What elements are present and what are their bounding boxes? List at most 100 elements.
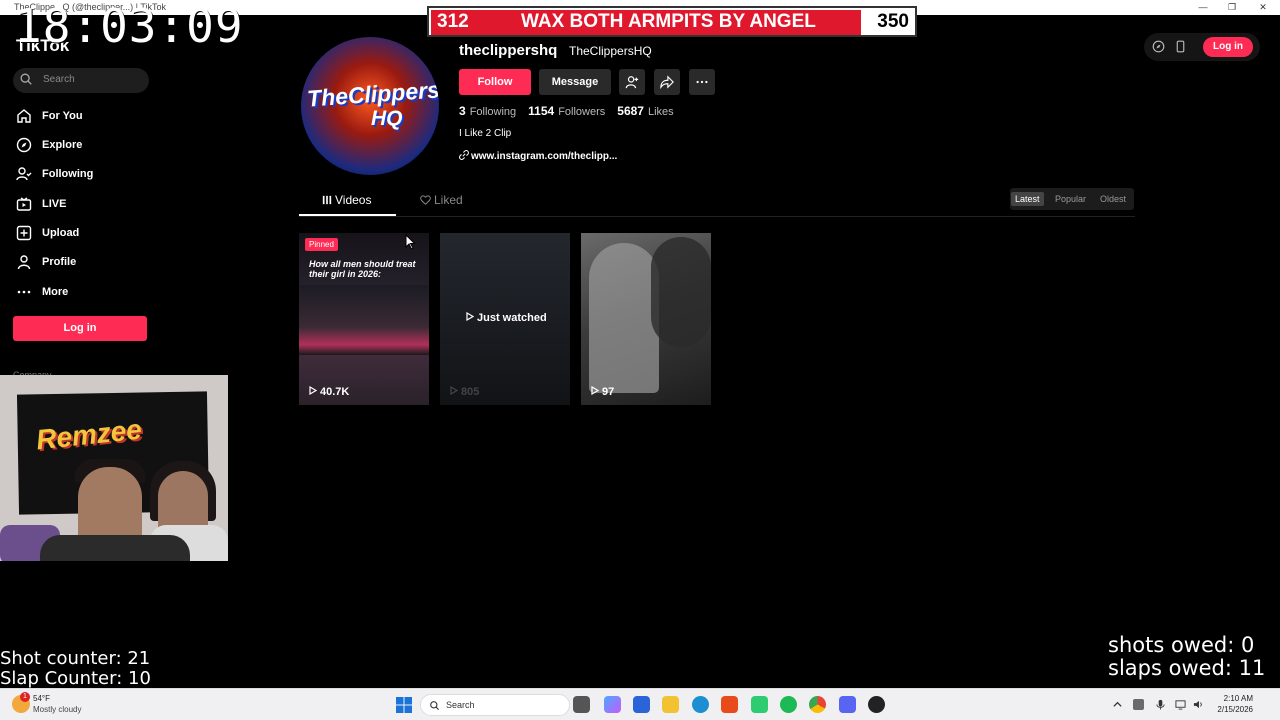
store-icon[interactable]: [633, 696, 650, 713]
minimize-button[interactable]: —: [1196, 1, 1210, 13]
chrome-icon[interactable]: [809, 696, 826, 713]
taskbar-date[interactable]: 2/15/2026: [1211, 705, 1253, 714]
network-icon[interactable]: [1175, 699, 1186, 710]
tab-videos[interactable]: Videos: [322, 193, 371, 215]
message-button[interactable]: Message: [539, 69, 611, 95]
video-views: 97: [591, 385, 615, 398]
banner-left-number: 312: [437, 11, 469, 32]
weather-temp[interactable]: 54°F: [33, 694, 50, 703]
sidebar-item-profile[interactable]: Profile: [16, 253, 156, 273]
sidebar-login-button[interactable]: Log in: [13, 316, 147, 341]
brave-icon[interactable]: [721, 696, 738, 713]
link-icon: [459, 150, 469, 160]
play-icon: [450, 385, 459, 396]
following-label[interactable]: Following: [470, 106, 516, 118]
video-views: 805: [450, 385, 479, 398]
task-view-icon[interactable]: [573, 696, 590, 713]
share-button[interactable]: [654, 69, 680, 95]
phone-icon[interactable]: [1174, 40, 1187, 53]
sidebar-item-for-you[interactable]: For You: [16, 107, 156, 127]
profile-avatar[interactable]: TheClippers HQ: [301, 37, 439, 175]
search-icon: [430, 701, 440, 711]
ellipsis-icon: [696, 80, 708, 84]
more-options-button[interactable]: [689, 69, 715, 95]
discord-icon[interactable]: [839, 696, 856, 713]
tab-divider: [299, 216, 1135, 217]
follow-button[interactable]: Follow: [459, 69, 531, 95]
video-views-count: 40.7K: [320, 386, 350, 398]
video-card[interactable]: Just watched 805: [440, 233, 570, 405]
video-card[interactable]: Pinned How all men should treat their gi…: [299, 233, 429, 405]
pinned-badge: Pinned: [305, 238, 338, 251]
play-icon: [591, 385, 600, 396]
slaps-owed: slaps owed: 11: [1108, 656, 1266, 680]
tray-app-icon[interactable]: [1133, 699, 1144, 710]
sidebar-item-live[interactable]: LIVE: [16, 195, 156, 215]
spotify-icon[interactable]: [780, 696, 797, 713]
header-login-button[interactable]: Log in: [1203, 37, 1253, 57]
person-1-shirt: [40, 535, 190, 561]
sidebar-item-more[interactable]: More: [16, 283, 156, 303]
search-input[interactable]: Search: [13, 68, 149, 93]
video-views-count: 97: [602, 386, 615, 398]
sidebar-item-label: LIVE: [42, 198, 67, 210]
home-icon: [17, 109, 31, 123]
live-icon: [16, 197, 32, 211]
file-explorer-icon[interactable]: [662, 696, 679, 713]
followers-count[interactable]: 1154: [528, 104, 554, 118]
sidebar-item-upload[interactable]: Upload: [16, 224, 156, 244]
shot-counter: Shot counter: 21: [0, 648, 151, 669]
video-caption: How all men should treat their girl in 2…: [309, 259, 416, 279]
add-friend-button[interactable]: [619, 69, 645, 95]
play-icon: [309, 385, 318, 396]
likes-count: 5687: [617, 104, 644, 118]
stream-clock: 18:03:09: [14, 0, 244, 53]
app-icon[interactable]: [751, 696, 768, 713]
microphone-icon[interactable]: [1155, 699, 1166, 710]
sidebar-item-label: Following: [42, 168, 94, 180]
close-button[interactable]: ✕: [1256, 1, 1270, 13]
search-placeholder: Search: [43, 74, 75, 85]
share-icon: [660, 75, 674, 89]
tab-liked-label: Liked: [434, 193, 463, 207]
sidebar-item-label: Explore: [42, 139, 83, 151]
compass-icon[interactable]: [1152, 40, 1165, 53]
video-thumbnail: [651, 237, 711, 347]
followers-label[interactable]: Followers: [558, 106, 605, 118]
taskbar-time[interactable]: 2:10 AM: [1211, 694, 1253, 703]
maximize-button[interactable]: ❐: [1225, 1, 1239, 13]
play-icon: [466, 311, 475, 322]
sort-oldest[interactable]: Oldest: [1096, 192, 1130, 206]
copilot-icon[interactable]: [604, 696, 621, 713]
video-views: 40.7K: [309, 385, 350, 398]
following-count[interactable]: 3: [459, 104, 466, 118]
add-person-icon: [625, 76, 639, 89]
profile-nickname: TheClippersHQ: [569, 44, 652, 58]
obs-icon[interactable]: [868, 696, 885, 713]
slap-counter: Slap Counter: 10: [0, 668, 151, 689]
sort-latest[interactable]: Latest: [1011, 192, 1044, 206]
profile-bio: I Like 2 Clip: [459, 128, 512, 139]
following-icon: [16, 167, 32, 181]
avatar-text: HQ: [371, 107, 403, 130]
windows-taskbar: 1 54°F Mostly cloudy Search 2:10 AM 2/15…: [0, 688, 1280, 720]
video-card[interactable]: 97: [581, 233, 711, 405]
chevron-up-icon[interactable]: [1112, 699, 1123, 710]
sidebar-item-label: Upload: [42, 227, 80, 239]
tab-liked[interactable]: Liked: [420, 193, 463, 215]
weather-desc[interactable]: Mostly cloudy: [33, 705, 81, 714]
tab-videos-label: Videos: [335, 193, 372, 207]
just-watched-label: Just watched: [466, 311, 547, 324]
windows-start-icon[interactable]: [396, 697, 412, 713]
sidebar-item-explore[interactable]: Explore: [16, 136, 156, 156]
profile-link-text[interactable]: www.instagram.com/theclipp...: [471, 151, 617, 162]
likes-label: Likes: [647, 106, 674, 118]
taskbar-search[interactable]: Search: [420, 694, 570, 716]
profile-link[interactable]: www.instagram.com/theclipp...: [459, 150, 617, 162]
edge-icon[interactable]: [692, 696, 709, 713]
liked-heart-icon: [420, 195, 431, 205]
sort-popular[interactable]: Popular: [1051, 192, 1090, 206]
volume-icon[interactable]: [1193, 699, 1204, 710]
sidebar-item-following[interactable]: Following: [16, 165, 156, 185]
sidebar-item-label: More: [42, 286, 69, 298]
